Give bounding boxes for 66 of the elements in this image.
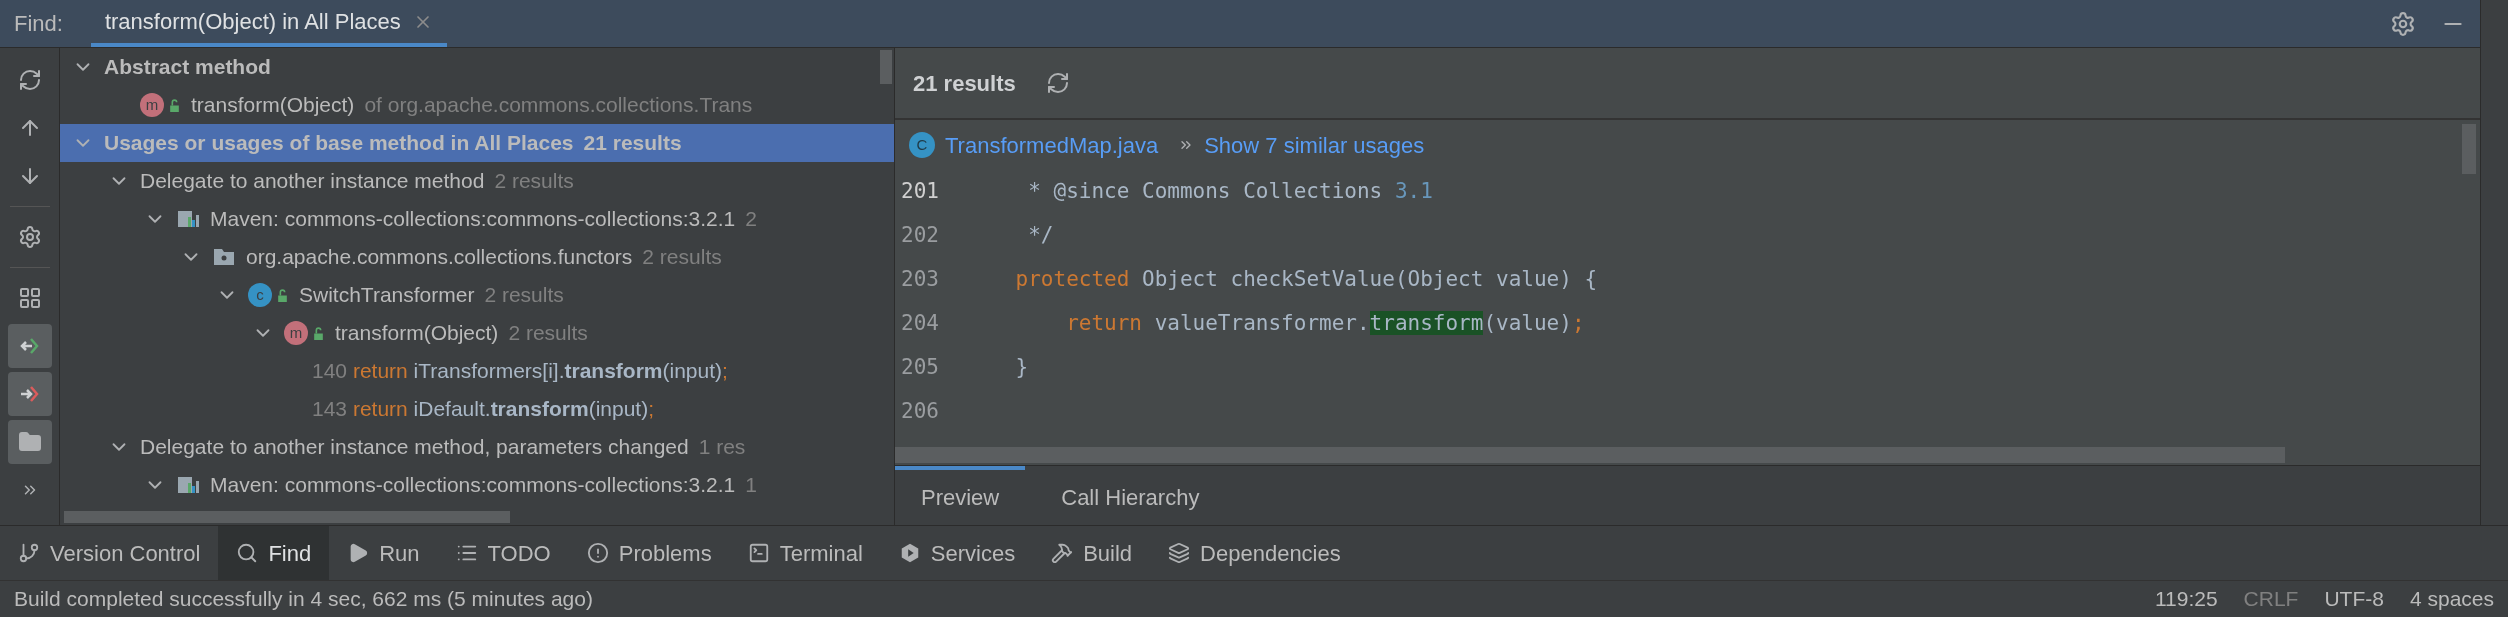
scrollbar-thumb[interactable] [880, 50, 892, 84]
lock-icon [312, 326, 325, 340]
caret-position[interactable]: 119:25 [2154, 583, 2218, 615]
class-icon: C [909, 132, 935, 158]
tool-window-tab[interactable]: Build [1033, 526, 1151, 580]
code-text: return valueTransformer.transform(value); [1065, 310, 1585, 338]
line-number: 202 [900, 222, 940, 250]
branch-icon [18, 542, 40, 564]
line-number: 203 [900, 266, 940, 294]
lock-icon [168, 98, 181, 112]
settings-icon[interactable] [2390, 10, 2416, 37]
class-icon: c [248, 283, 272, 307]
grid-icon [17, 286, 42, 310]
search-icon [236, 542, 259, 564]
folder-icon [17, 430, 42, 454]
status-message: Build completed successfully in 4 sec, 662 ms (5 minutes ago) [14, 586, 594, 613]
line-number: 204 [900, 310, 940, 338]
tree-row[interactable]: Abstract method [60, 48, 894, 86]
folder-button[interactable] [7, 420, 52, 464]
tool-window-tab[interactable]: Problems [568, 526, 730, 580]
tool-window-tab[interactable]: Version Control [0, 526, 219, 580]
alert-icon [586, 542, 609, 564]
tool-window-tab[interactable]: Services [880, 526, 1034, 580]
tool-window-tab[interactable]: Find [218, 526, 330, 580]
code-text: */ [1027, 222, 1054, 250]
scrollbar-thumb[interactable] [64, 511, 510, 523]
rerun-icon [17, 68, 42, 92]
similar-usages-link[interactable]: Show 7 similar usages [1204, 128, 1425, 162]
find-label: Find: [14, 10, 63, 38]
code-text: protected Object checkSetValue(Object value) { [1014, 266, 1598, 294]
usage-row[interactable]: 140 return iTransformers[i].transform(input); [60, 352, 894, 390]
results-count: 21 results [913, 69, 1016, 98]
find-tab[interactable]: transform(Object) in All Places [90, 0, 447, 47]
line-number: 205 [900, 354, 940, 382]
preview-tab[interactable]: Call Hierarchy [1035, 466, 1226, 525]
tool-window-tab[interactable]: Run [329, 526, 438, 580]
line-number: 201 [900, 178, 940, 206]
export-button[interactable] [7, 372, 52, 416]
method-icon: m [284, 321, 308, 345]
tool-window-tab[interactable]: Terminal [729, 526, 881, 580]
line-number: 206 [900, 398, 940, 426]
lock-icon [276, 288, 289, 302]
settings-icon [17, 225, 42, 249]
refresh-icon[interactable] [1045, 71, 1070, 95]
tree-row[interactable]: Delegate to another instance method 2 results [60, 162, 894, 200]
terminal-icon [747, 542, 770, 564]
code-text: } [1014, 354, 1029, 382]
tree-row[interactable]: Maven: commons-collections:commons-collections:3.2.1 1 [60, 466, 894, 504]
tree-row[interactable]: c SwitchTransformer 2 results [60, 276, 894, 314]
file-encoding[interactable]: UTF-8 [2324, 583, 2384, 615]
file-link[interactable]: TransformedMap.java [945, 128, 1159, 162]
code-text: * @since Commons Collections 3.1 [1027, 178, 1433, 206]
tree-row[interactable]: m transform(Object) 2 results [60, 314, 894, 352]
tool-window-tab[interactable]: TODO [437, 526, 569, 580]
tool-window-tab[interactable]: Dependencies [1150, 526, 1359, 580]
tree-row[interactable]: m transform(Object) of org.apache.commons.collections.Trans [60, 86, 894, 124]
usage-row[interactable]: 143 return iDefault.transform(input); [60, 390, 894, 428]
hammer-icon [1051, 542, 1074, 564]
tree-row[interactable]: Delegate to another instance method, parameters changed 1 res [60, 428, 894, 466]
merge-button[interactable] [7, 324, 52, 368]
indent-setting[interactable]: 4 spaces [2409, 583, 2494, 615]
method-icon: m [140, 93, 164, 117]
scrollbar-thumb[interactable] [895, 447, 2285, 463]
tree-row[interactable]: org.apache.commons.collections.functors 2 results [60, 238, 894, 276]
tree-row[interactable]: Maven: commons-collections:commons-collections:3.2.1 2 [60, 200, 894, 238]
layers-icon [1168, 542, 1191, 564]
